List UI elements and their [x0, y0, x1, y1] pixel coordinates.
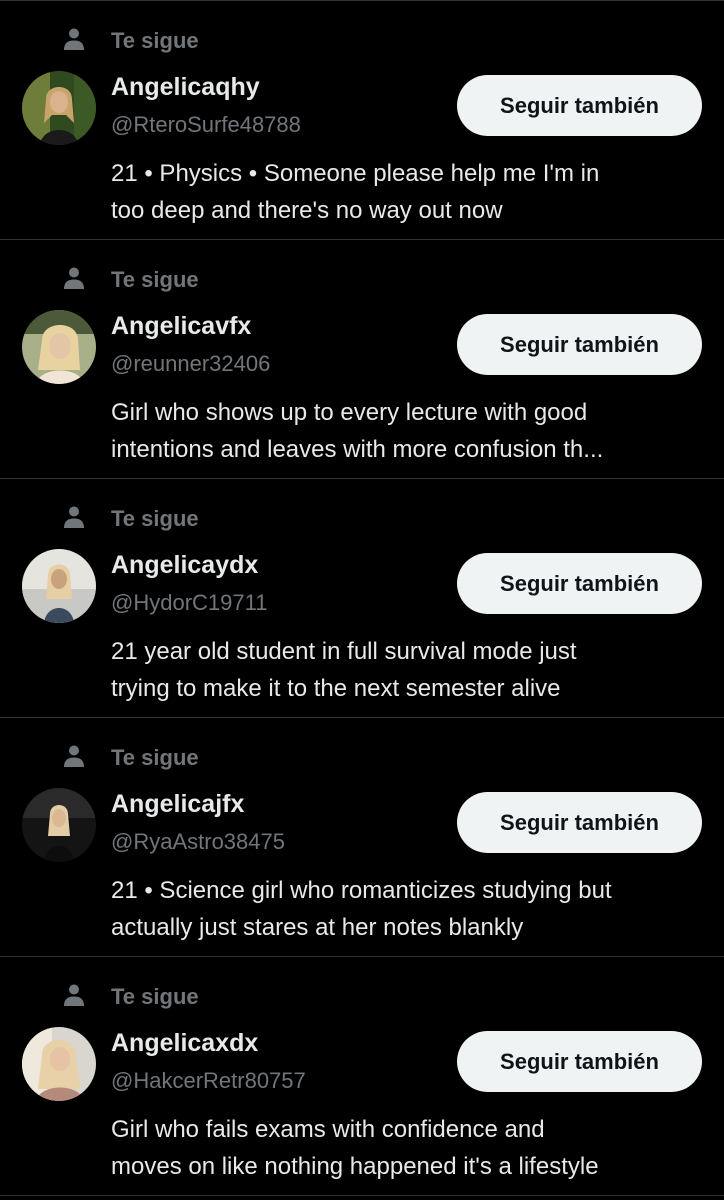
avatar[interactable]	[22, 549, 96, 623]
avatar[interactable]	[22, 1027, 96, 1101]
follower-card[interactable]: Te sigue Angelicaqhy @RteroSurfe48788 Se…	[0, 1, 724, 240]
display-name[interactable]: Angelicaydx	[111, 549, 258, 581]
display-name[interactable]: Angelicajfx	[111, 788, 244, 820]
follows-you-label: Te sigue	[111, 506, 199, 531]
avatar[interactable]	[22, 71, 96, 145]
follower-card[interactable]: Te sigue Angelicaxdx @HakcerRetr80757 Se…	[0, 957, 724, 1196]
user-bio: 21 year old student in full survival mod…	[111, 638, 577, 702]
follows-you-label: Te sigue	[111, 745, 199, 770]
follows-you-row: Te sigue	[0, 503, 724, 533]
username-handle[interactable]: @HakcerRetr80757	[111, 1067, 306, 1095]
user-bio: 21 • Science girl who romanticizes study…	[111, 877, 612, 941]
follower-card[interactable]: Te sigue Angelicavfx @reunner32406 Segui…	[0, 240, 724, 479]
follows-you-row: Te sigue	[0, 264, 724, 294]
follows-you-row: Te sigue	[0, 981, 724, 1011]
username-handle[interactable]: @HydorC19711	[111, 589, 267, 617]
username-handle[interactable]: @RyaAstro38475	[111, 828, 285, 856]
display-name[interactable]: Angelicaxdx	[111, 1027, 258, 1059]
follows-you-row: Te sigue	[0, 742, 724, 772]
person-icon	[62, 983, 86, 1007]
follows-you-label: Te sigue	[111, 267, 199, 292]
display-name[interactable]: Angelicavfx	[111, 310, 251, 342]
username-handle[interactable]: @reunner32406	[111, 350, 270, 378]
follows-you-label: Te sigue	[111, 984, 199, 1009]
follower-card[interactable]: Te sigue Angelicajfx @RyaAstro38475 Segu…	[0, 718, 724, 957]
follows-you-label: Te sigue	[111, 28, 199, 53]
avatar[interactable]	[22, 310, 96, 384]
person-icon	[62, 266, 86, 290]
display-name[interactable]: Angelicaqhy	[111, 71, 260, 103]
follow-back-button[interactable]: Seguir también	[457, 1031, 702, 1092]
user-bio: Girl who shows up to every lecture with …	[111, 399, 604, 463]
username-handle[interactable]: @RteroSurfe48788	[111, 111, 301, 139]
follower-card[interactable]: Te sigue Angelicaydx @HydorC19711 Seguir…	[0, 479, 724, 718]
person-icon	[62, 27, 86, 51]
person-icon	[62, 505, 86, 529]
follows-you-row: Te sigue	[0, 25, 724, 55]
person-icon	[62, 744, 86, 768]
follow-back-button[interactable]: Seguir también	[457, 792, 702, 853]
followers-list: Te sigue Angelicaqhy @RteroSurfe48788 Se…	[0, 0, 724, 1200]
user-bio: Girl who fails exams with confidence and…	[111, 1116, 599, 1180]
follow-back-button[interactable]: Seguir también	[457, 553, 702, 614]
follow-back-button[interactable]: Seguir también	[457, 75, 702, 136]
user-bio: 21 • Physics • Someone please help me I'…	[111, 160, 600, 224]
follow-back-button[interactable]: Seguir también	[457, 314, 702, 375]
avatar[interactable]	[22, 788, 96, 862]
